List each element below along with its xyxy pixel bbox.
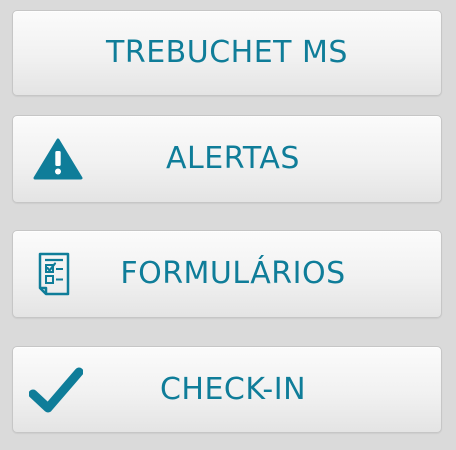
alerts-label: ALERTAS — [166, 141, 300, 176]
forms-label: FORMULÁRIOS — [120, 256, 346, 291]
trebuchet-ms-label: TREBUCHET MS — [106, 35, 348, 70]
check-in-button[interactable]: CHECK-IN — [12, 346, 442, 433]
menu-list: TREBUCHET MS ALERTAS FORMULÁRIOS CHECK-I… — [0, 0, 456, 450]
warning-icon — [33, 138, 83, 180]
forms-button[interactable]: FORMULÁRIOS — [12, 230, 442, 318]
check-in-label: CHECK-IN — [159, 371, 307, 407]
trebuchet-ms-button[interactable]: TREBUCHET MS — [12, 10, 442, 96]
form-checklist-icon — [38, 252, 70, 296]
checkmark-icon — [29, 367, 83, 412]
alerts-button[interactable]: ALERTAS — [12, 115, 442, 203]
